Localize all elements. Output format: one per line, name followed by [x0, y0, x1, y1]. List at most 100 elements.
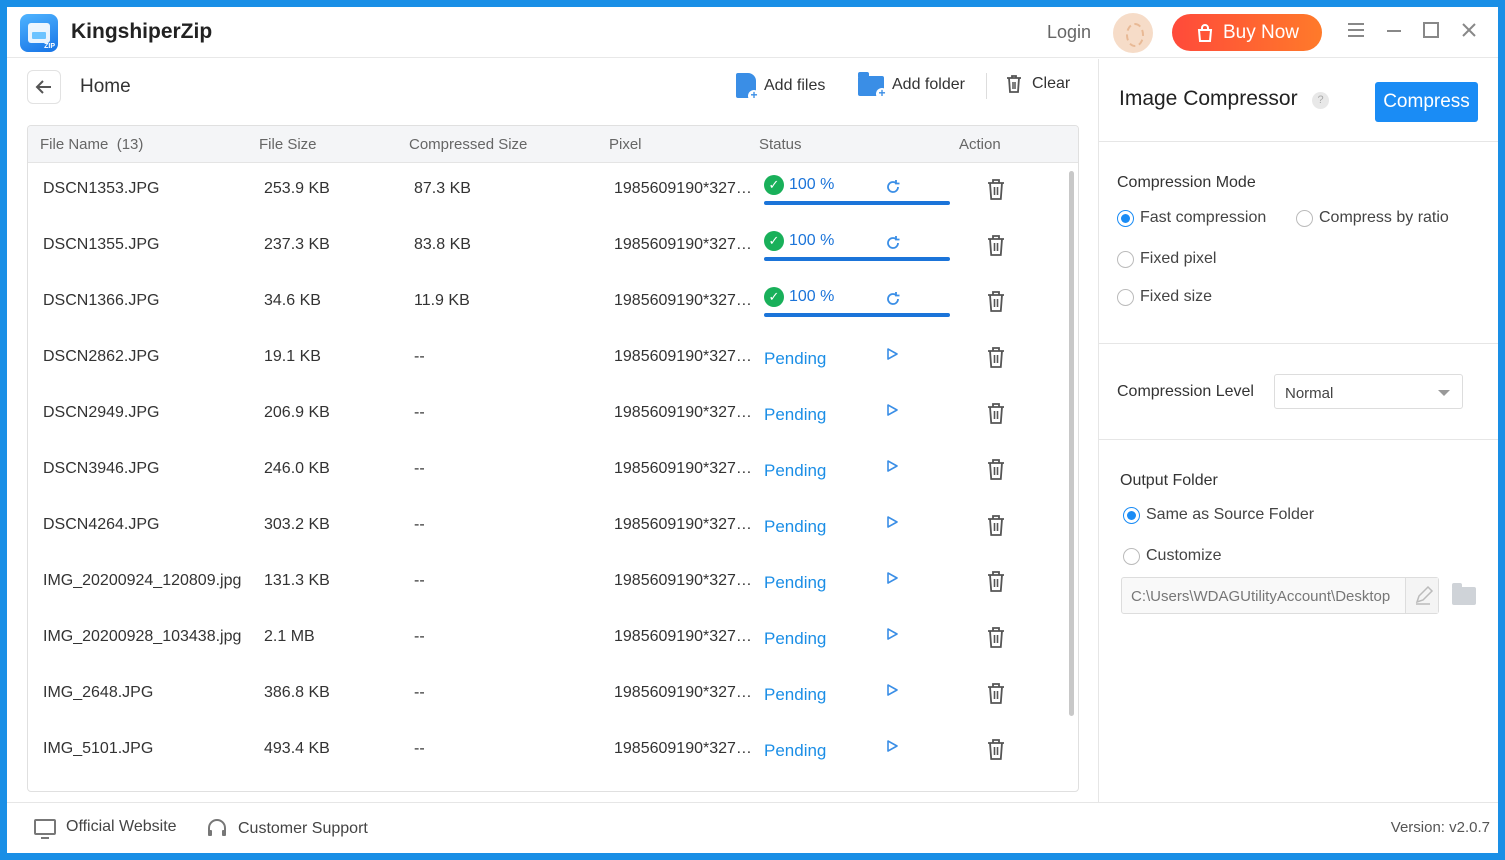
status-complete: ✓ 100 % — [764, 231, 950, 261]
compress-button[interactable]: Compress — [1375, 82, 1478, 122]
refresh-icon[interactable] — [885, 235, 901, 256]
edit-path-button[interactable] — [1405, 578, 1438, 613]
delete-trash-icon[interactable] — [985, 345, 1007, 371]
radio-fast-compression[interactable]: Fast compression — [1117, 209, 1266, 227]
official-website-link[interactable]: Official Website — [34, 818, 177, 839]
play-icon[interactable] — [885, 627, 899, 646]
file-count: (13) — [116, 136, 144, 153]
play-icon[interactable] — [885, 403, 899, 422]
table-row[interactable]: DSCN1353.JPG 253.9 KB 87.3 KB 1985609190*32… — [28, 163, 1068, 219]
play-icon[interactable] — [885, 739, 899, 758]
chevron-down-icon — [1438, 390, 1450, 396]
radio-compress-by-ratio[interactable]: Compress by ratio — [1296, 209, 1449, 227]
cell-compressed-size: -- — [414, 460, 425, 477]
table-scrollbar[interactable] — [1069, 171, 1074, 716]
play-icon[interactable] — [885, 459, 899, 478]
delete-trash-icon[interactable] — [985, 569, 1007, 595]
cell-compressed-size: 87.3 KB — [414, 180, 471, 197]
play-icon[interactable] — [885, 571, 899, 590]
cell-compressed-size: -- — [414, 740, 425, 757]
version-label: Version: v2.0.7 — [1390, 819, 1490, 836]
status-pending: Pending — [764, 349, 827, 368]
status-pending: Pending — [764, 405, 827, 424]
back-button[interactable] — [27, 70, 61, 104]
cell-pixel: 1985609190*3276... — [614, 180, 752, 197]
customer-support-link[interactable]: Customer Support — [206, 818, 368, 840]
delete-trash-icon[interactable] — [985, 625, 1007, 651]
panel-divider — [1099, 439, 1498, 440]
browse-folder-icon[interactable] — [1452, 583, 1476, 605]
logo-text: ZIP — [44, 43, 55, 50]
panel-divider — [1099, 141, 1498, 142]
close-icon[interactable] — [1457, 20, 1481, 44]
login-link[interactable]: Login — [1047, 22, 1091, 43]
add-folder-button[interactable]: Add folder — [858, 72, 965, 100]
table-row[interactable]: DSCN1355.JPG 237.3 KB 83.8 KB 1985609190*32… — [28, 219, 1068, 275]
menu-icon[interactable] — [1344, 20, 1368, 44]
radio-same-as-source[interactable]: Same as Source Folder — [1123, 506, 1314, 524]
table-row[interactable]: IMG_20200924_120809.jpg 131.3 KB -- 1985609… — [28, 555, 1068, 611]
refresh-icon[interactable] — [885, 291, 901, 312]
status-percent: 100 % — [789, 176, 835, 193]
radio-fixed-pixel[interactable]: Fixed pixel — [1117, 250, 1216, 268]
delete-trash-icon[interactable] — [985, 457, 1007, 483]
progress-bar — [764, 313, 950, 317]
delete-trash-icon[interactable] — [985, 737, 1007, 763]
play-icon[interactable] — [885, 515, 899, 534]
cell-file-size: 34.6 KB — [264, 292, 321, 309]
delete-trash-icon[interactable] — [985, 681, 1007, 707]
header-action: Action — [959, 136, 1001, 153]
play-icon[interactable] — [885, 683, 899, 702]
radio-fixed-size[interactable]: Fixed size — [1117, 288, 1212, 306]
cell-file-name: DSCN2862.JPG — [43, 348, 160, 365]
radio-label: Customize — [1146, 547, 1222, 564]
maximize-icon[interactable] — [1419, 20, 1443, 44]
radio-customize[interactable]: Customize — [1123, 547, 1222, 565]
add-files-button[interactable]: Add files — [736, 73, 826, 102]
output-path-input[interactable]: C:\Users\WDAGUtilityAccount\Desktop — [1121, 577, 1439, 614]
table-row[interactable]: IMG_20200928_103438.jpg 2.1 MB -- 198560919… — [28, 611, 1068, 667]
compression-level-select[interactable]: Normal — [1274, 374, 1463, 409]
delete-trash-icon[interactable] — [985, 401, 1007, 427]
table-row[interactable]: DSCN1366.JPG 34.6 KB 11.9 KB 1985609190*327… — [28, 275, 1068, 331]
table-row[interactable]: IMG_5101.JPG 493.4 KB -- 1985609190*3276...… — [28, 723, 1068, 779]
header-pixel: Pixel — [609, 136, 642, 153]
delete-trash-icon[interactable] — [985, 233, 1007, 259]
cell-pixel: 1985609190*3276... — [614, 460, 752, 477]
cell-file-name: IMG_20200928_103438.jpg — [43, 628, 242, 645]
cell-compressed-size: 83.8 KB — [414, 236, 471, 253]
compression-level-value: Normal — [1285, 385, 1334, 402]
app-logo-icon: ZIP — [20, 14, 58, 52]
refresh-icon[interactable] — [885, 179, 901, 200]
delete-trash-icon[interactable] — [985, 513, 1007, 539]
cell-compressed-size: -- — [414, 516, 425, 533]
status-pending: Pending — [764, 685, 827, 704]
add-files-label: Add files — [764, 76, 826, 94]
customer-support-label: Customer Support — [238, 820, 368, 837]
minimize-icon[interactable] — [1382, 20, 1406, 44]
buy-now-button[interactable]: Buy Now — [1172, 14, 1322, 51]
check-circle-icon: ✓ — [764, 287, 784, 307]
cell-pixel: 1985609190*3276... — [614, 572, 752, 589]
buy-now-label: Buy Now — [1222, 21, 1300, 43]
official-website-label: Official Website — [66, 818, 177, 835]
cell-file-size: 131.3 KB — [264, 572, 330, 589]
avatar[interactable] — [1113, 13, 1153, 53]
radio-label: Fixed pixel — [1140, 250, 1217, 267]
play-icon[interactable] — [885, 347, 899, 366]
progress-bar — [764, 257, 950, 261]
table-row[interactable]: DSCN2949.JPG 206.9 KB -- 1985609190*3276...… — [28, 387, 1068, 443]
delete-trash-icon[interactable] — [985, 177, 1007, 203]
headset-icon — [208, 819, 226, 836]
header-file-name: File Name (13) — [40, 136, 143, 153]
clear-button[interactable]: Clear — [1004, 73, 1070, 95]
cell-pixel: 1985609190*3276... — [614, 628, 752, 645]
table-row[interactable]: IMG_2648.JPG 386.8 KB -- 1985609190*3276...… — [28, 667, 1068, 723]
table-row[interactable]: DSCN4264.JPG 303.2 KB -- 1985609190*3276...… — [28, 499, 1068, 555]
table-row[interactable]: DSCN3946.JPG 246.0 KB -- 1985609190*3276...… — [28, 443, 1068, 499]
delete-trash-icon[interactable] — [985, 289, 1007, 315]
help-icon[interactable]: ? — [1312, 92, 1329, 109]
radio-dot — [1123, 506, 1140, 524]
pencil-icon — [1415, 585, 1434, 605]
table-row[interactable]: DSCN2862.JPG 19.1 KB -- 1985609190*3276... P… — [28, 331, 1068, 387]
